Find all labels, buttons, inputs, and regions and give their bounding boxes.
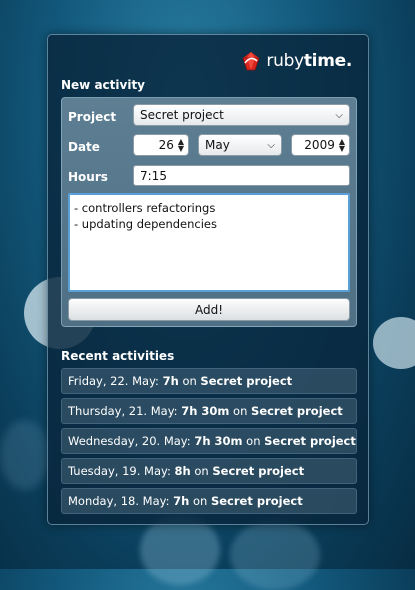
date-day-field[interactable]: 26 ▲ ▼ bbox=[133, 134, 189, 156]
project-select-value: Secret project bbox=[140, 108, 224, 122]
background-bokeh bbox=[140, 515, 220, 585]
rubytime-widget: rubytime. New activity Project Secret pr… bbox=[47, 34, 369, 525]
background-bokeh bbox=[373, 317, 415, 369]
hours-input[interactable]: 7:15 bbox=[133, 165, 350, 186]
background-bokeh bbox=[0, 420, 50, 490]
new-activity-form: Project Secret project ⌵ Date 26 ▲ ▼ May … bbox=[61, 97, 357, 327]
list-item[interactable]: Tuesday, 19. May: 8h on Secret project bbox=[61, 458, 357, 484]
rubytime-logo: rubytime. bbox=[242, 51, 352, 71]
project-select[interactable]: Secret project ⌵ bbox=[133, 104, 350, 126]
recent-activities-heading: Recent activities bbox=[61, 349, 175, 363]
list-item[interactable]: Monday, 18. May: 7h on Secret project bbox=[61, 488, 357, 514]
project-label: Project bbox=[68, 110, 117, 124]
ruby-gem-icon bbox=[242, 52, 260, 71]
date-month-value: May bbox=[205, 138, 230, 152]
chevron-down-icon: ⌵ bbox=[335, 109, 343, 121]
date-year-value: 2009 bbox=[304, 138, 335, 152]
date-month-select[interactable]: May ⌵ bbox=[198, 134, 282, 156]
list-item[interactable]: Friday, 22. May: 7h on Secret project bbox=[61, 368, 357, 394]
date-day-value: 26 bbox=[158, 138, 174, 152]
logo-text: rubytime. bbox=[266, 51, 352, 71]
stepper-icon[interactable]: ▲ ▼ bbox=[339, 138, 345, 153]
new-activity-heading: New activity bbox=[61, 78, 145, 92]
comments-textarea[interactable]: - controllers refactorings - updating de… bbox=[68, 193, 350, 292]
list-item[interactable]: Wednesday, 20. May: 7h 30m on Secret pro… bbox=[61, 428, 357, 454]
date-year-field[interactable]: 2009 ▲ ▼ bbox=[291, 134, 350, 156]
background-bokeh bbox=[230, 520, 320, 590]
stepper-icon[interactable]: ▲ ▼ bbox=[178, 138, 184, 153]
chevron-down-icon: ⌵ bbox=[267, 139, 275, 151]
date-label: Date bbox=[68, 140, 100, 154]
hours-label: Hours bbox=[68, 170, 108, 184]
list-item[interactable]: Thursday, 21. May: 7h 30m on Secret proj… bbox=[61, 398, 357, 424]
add-button[interactable]: Add! bbox=[68, 298, 350, 321]
